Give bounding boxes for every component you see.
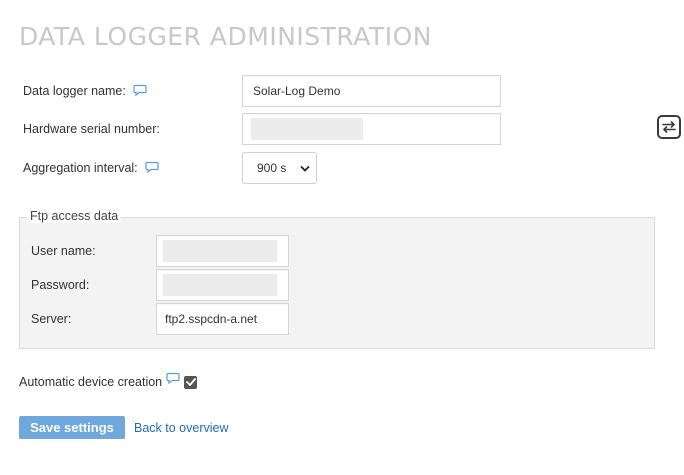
- aggregation-label-row: Aggregation interval:: [23, 161, 159, 175]
- save-settings-button[interactable]: Save settings: [19, 416, 125, 439]
- ftp-legend: Ftp access data: [27, 209, 122, 223]
- ftp-user-redacted: [163, 240, 277, 262]
- back-to-overview-link[interactable]: Back to overview: [134, 421, 228, 435]
- page-title: DATA LOGGER ADMINISTRATION: [19, 22, 432, 51]
- ftp-server-field[interactable]: ftp2.sspcdn-a.net: [156, 303, 289, 335]
- swap-button[interactable]: [657, 115, 681, 139]
- serial-redacted: [251, 118, 363, 140]
- ftp-user-field[interactable]: [156, 235, 289, 267]
- ftp-password-field[interactable]: [156, 269, 289, 301]
- ftp-fieldset: [19, 217, 655, 349]
- ftp-password-label: Password:: [31, 278, 90, 292]
- ftp-password-redacted: [163, 274, 277, 296]
- aggregation-select[interactable]: 900 s: [242, 152, 317, 184]
- auto-device-checkbox[interactable]: [184, 375, 198, 389]
- logger-name-value: Solar-Log Demo: [253, 84, 341, 98]
- ftp-server-label: Server:: [31, 312, 72, 326]
- ftp-server-value: ftp2.sspcdn-a.net: [165, 312, 258, 326]
- ftp-user-label: User name:: [31, 244, 96, 258]
- logger-name-field[interactable]: Solar-Log Demo: [242, 75, 501, 107]
- speech-bubble-icon[interactable]: [145, 161, 159, 173]
- speech-bubble-icon[interactable]: [166, 372, 180, 384]
- logger-name-label: Data logger name:: [23, 84, 126, 98]
- check-icon: [185, 378, 196, 386]
- chevron-down-icon: [300, 165, 310, 172]
- aggregation-label: Aggregation interval:: [23, 161, 138, 175]
- auto-device-label: Automatic device creation: [19, 375, 163, 389]
- serial-field[interactable]: [242, 113, 501, 145]
- speech-bubble-icon[interactable]: [133, 84, 147, 96]
- swap-arrows-icon: [662, 121, 676, 133]
- auto-device-row: Automatic device creation: [19, 372, 198, 389]
- aggregation-value: 900 s: [257, 161, 287, 175]
- logger-name-label-row: Data logger name:: [23, 84, 147, 98]
- serial-label: Hardware serial number:: [23, 122, 160, 136]
